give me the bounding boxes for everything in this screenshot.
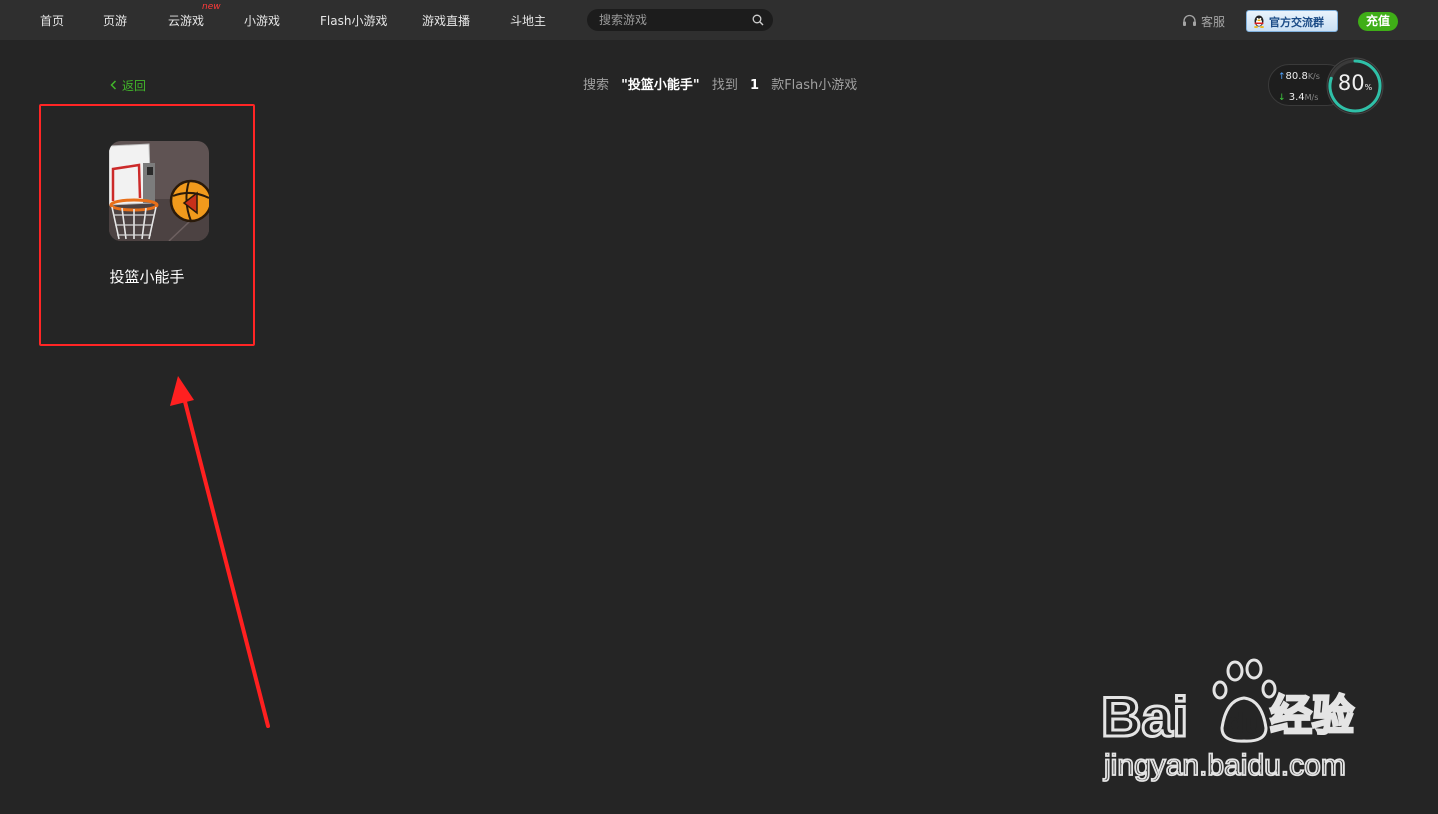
download-value: 3.4 (1288, 92, 1305, 103)
baidu-jingyan-watermark: Bai du 经验 jingyan.baidu.com (1098, 658, 1368, 786)
result-suffix: 款Flash小游戏 (771, 78, 858, 93)
gauge-percent-unit: % (1364, 83, 1373, 92)
watermark-brand-right: 经验 (1270, 691, 1354, 740)
search-icon[interactable] (752, 14, 764, 26)
search-result-summary: 搜索 "投篮小能手" 找到 1 款Flash小游戏 (583, 74, 857, 93)
acceleration-gauge: 80% (1326, 57, 1384, 115)
gauge-percent-value: 80 (1337, 71, 1365, 95)
recharge-button[interactable]: 充值 (1358, 12, 1398, 31)
watermark-url: jingyan.baidu.com (1103, 749, 1346, 782)
new-badge: new (202, 2, 221, 12)
headset-icon (1183, 14, 1196, 26)
qq-group-label: 官方交流群 (1269, 16, 1324, 29)
annotation-arrow-icon (170, 376, 270, 728)
nav-item-label: 云游戏 (168, 14, 205, 28)
download-speed: ↓ 3.4M/s (1278, 92, 1318, 103)
qq-group-button[interactable]: 官方交流群 (1246, 10, 1338, 32)
upload-value: 80.8 (1285, 71, 1308, 82)
chevron-left-icon (110, 80, 117, 90)
gauge-percent: 80% (1326, 71, 1384, 95)
customer-service-link[interactable]: 客服 (1182, 13, 1225, 30)
result-keyword: "投篮小能手" (621, 78, 700, 93)
result-prefix: 搜索 (583, 78, 610, 93)
qq-penguin-icon (1254, 15, 1264, 28)
nav-item-mini-games[interactable]: 小游戏 (244, 12, 280, 29)
game-title[interactable]: 投篮小能手 (41, 266, 253, 287)
svg-text:du: du (1226, 707, 1263, 740)
nav-item-doudizhu[interactable]: 斗地主 (510, 12, 546, 29)
basketball-hoop-thumbnail-icon (109, 141, 209, 241)
service-label: 客服 (1201, 15, 1226, 29)
result-found-label: 找到 (711, 78, 738, 93)
nav-item-home[interactable]: 首页 (40, 12, 64, 29)
download-unit: M/s (1304, 93, 1319, 102)
back-link[interactable]: 返回 (110, 77, 146, 94)
nav-item-webgames[interactable]: 页游 (103, 12, 127, 29)
upload-arrow-icon: ↑ (1278, 72, 1286, 82)
watermark-brand-left: Bai (1101, 685, 1188, 748)
top-nav-bar: 首页 页游 云游戏 new 小游戏 Flash小游戏 游戏直播 斗地主 客服 (0, 0, 1438, 40)
back-label: 返回 (122, 79, 147, 93)
download-arrow-icon: ↓ (1278, 93, 1286, 103)
search-input[interactable] (599, 12, 744, 28)
game-thumbnail[interactable] (109, 141, 209, 241)
nav-item-flash-games[interactable]: Flash小游戏 (320, 12, 387, 29)
nav-item-game-live[interactable]: 游戏直播 (422, 12, 470, 29)
nav-item-cloud-games[interactable]: 云游戏 new (168, 2, 221, 29)
game-card[interactable]: 投篮小能手 (39, 104, 255, 346)
search-box (587, 9, 773, 31)
result-count: 1 (750, 78, 760, 93)
upload-speed: ↑80.8K/s (1278, 71, 1320, 82)
upload-unit: K/s (1307, 72, 1320, 81)
network-speed-widget[interactable]: ↑80.8K/s ↓ 3.4M/s 80% (1268, 57, 1386, 115)
baidu-logo-icon: Bai du 经验 jingyan.baidu.com (1100, 658, 1355, 783)
